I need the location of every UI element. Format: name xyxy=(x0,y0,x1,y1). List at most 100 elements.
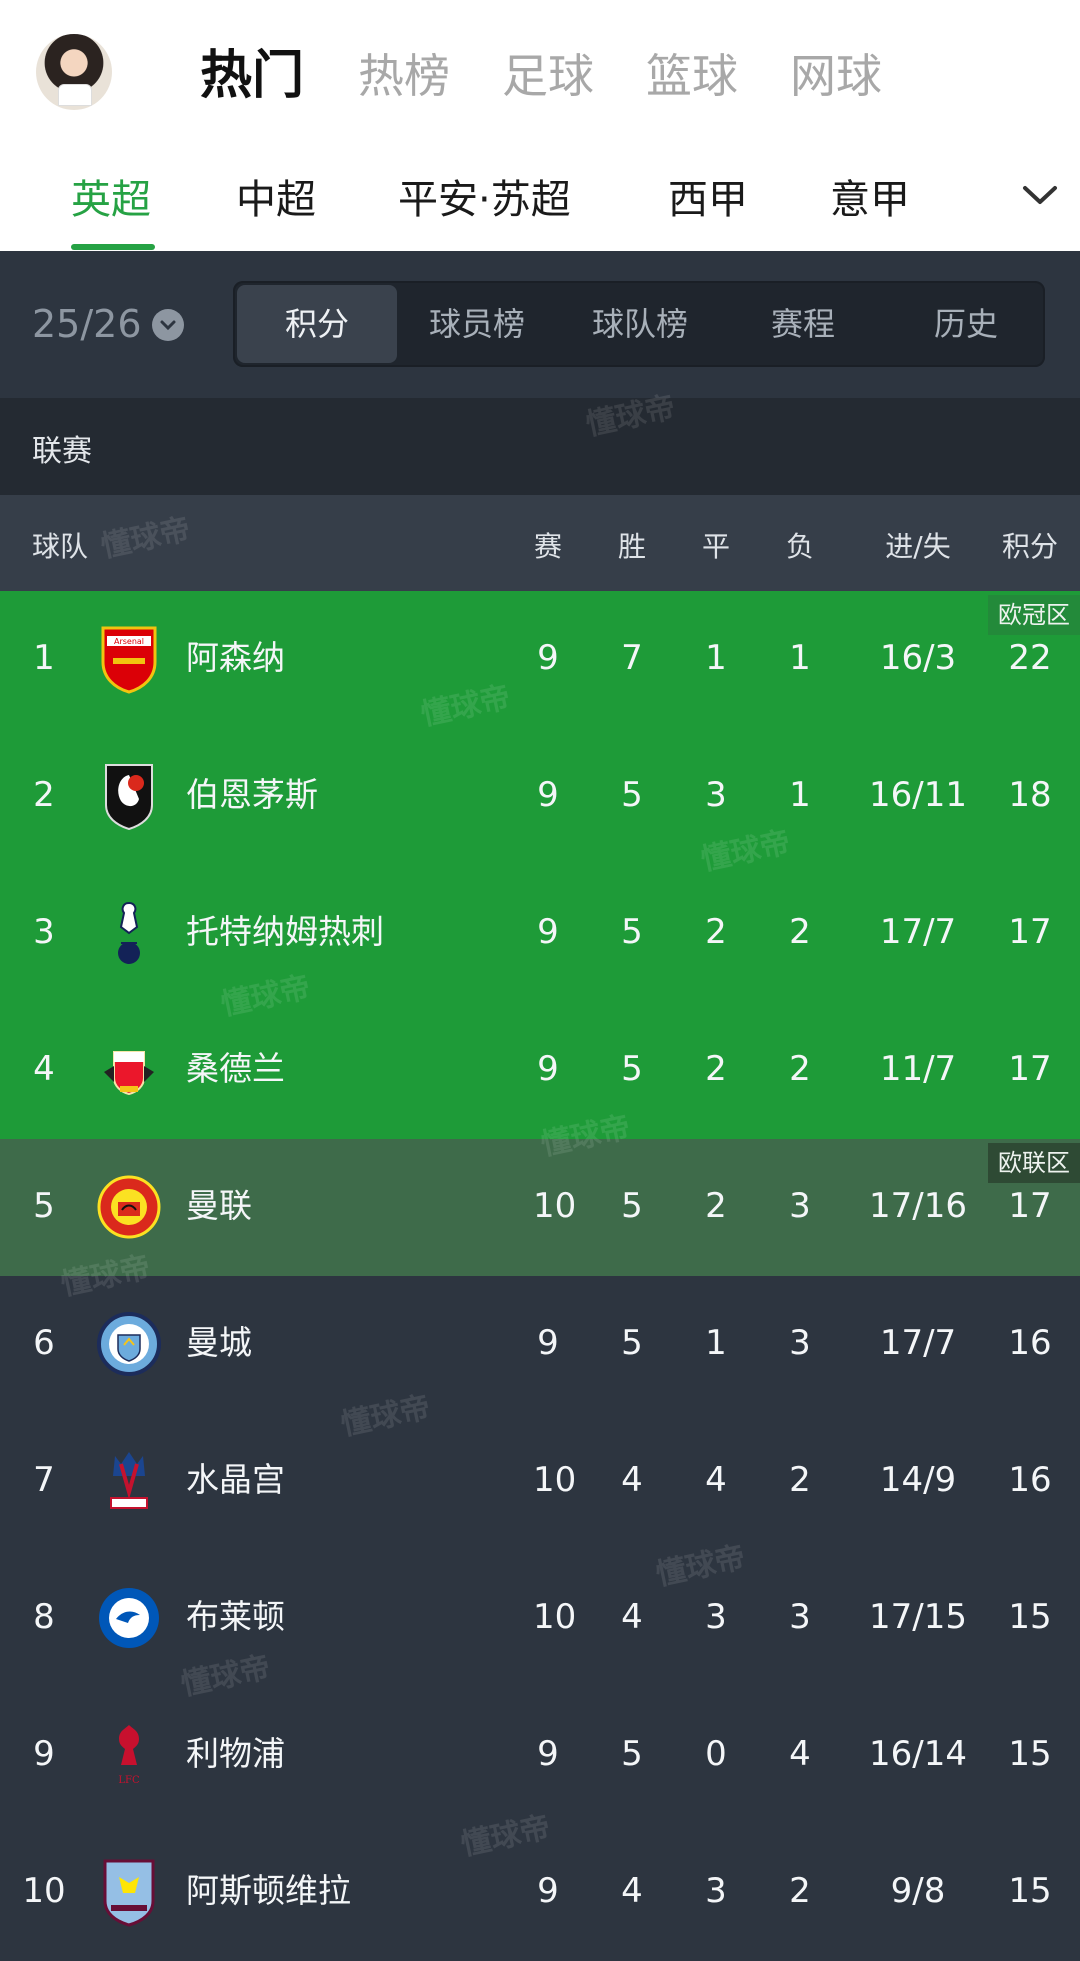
col-points: 积分 xyxy=(1001,530,1058,563)
sunderland-badge-icon xyxy=(94,1032,164,1108)
table-row[interactable]: 7 水晶宫 10 4 4 2 14/9 16 xyxy=(0,1413,1080,1550)
top-nav-basketball[interactable]: 篮球 xyxy=(646,40,738,112)
row-rank: 10 xyxy=(22,1871,66,1911)
row-won: 5 xyxy=(621,1186,643,1226)
row-drawn: 3 xyxy=(705,1597,727,1637)
row-won: 4 xyxy=(621,1871,643,1911)
col-played: 赛 xyxy=(533,530,562,563)
tab-suchao[interactable]: 平安·苏超 xyxy=(398,170,571,230)
active-tab-indicator xyxy=(71,244,155,250)
row-rank: 6 xyxy=(33,1323,55,1363)
row-lost: 1 xyxy=(789,775,811,815)
bournemouth-badge-icon xyxy=(94,758,164,834)
row-lost: 2 xyxy=(789,1871,811,1911)
table-row[interactable]: 10 阿斯顿维拉 9 4 3 2 9/8 15 xyxy=(0,1824,1080,1961)
row-points: 17 xyxy=(1008,1186,1052,1226)
row-points: 15 xyxy=(1008,1734,1052,1774)
tab-laliga[interactable]: 西甲 xyxy=(668,170,748,230)
row-goals: 16/14 xyxy=(869,1734,967,1774)
col-team: 球队 xyxy=(32,530,89,563)
row-played: 10 xyxy=(533,1460,577,1500)
brighton-badge-icon xyxy=(94,1580,164,1656)
row-played: 9 xyxy=(537,912,559,952)
row-points: 16 xyxy=(1008,1460,1052,1500)
row-team-name: 阿斯顿维拉 xyxy=(186,1871,351,1910)
row-lost: 2 xyxy=(789,912,811,952)
table-row[interactable]: 6 曼城 9 5 1 3 17/7 16 xyxy=(0,1276,1080,1413)
row-team-name: 伯恩茅斯 xyxy=(186,775,318,814)
col-lost: 负 xyxy=(785,530,814,563)
row-rank: 2 xyxy=(33,775,55,815)
col-goals: 进/失 xyxy=(885,530,951,563)
row-drawn: 0 xyxy=(705,1734,727,1774)
row-goals: 16/11 xyxy=(869,775,967,815)
row-rank: 1 xyxy=(33,638,55,678)
avatar[interactable] xyxy=(36,34,112,110)
row-played: 9 xyxy=(537,1049,559,1089)
row-rank: 8 xyxy=(33,1597,55,1637)
view-tabs: 积分 球员榜 球队榜 赛程 历史 xyxy=(233,281,1045,367)
row-drawn: 2 xyxy=(705,1186,727,1226)
row-team-name: 曼城 xyxy=(186,1323,252,1362)
row-rank: 4 xyxy=(33,1049,55,1089)
tab-seriea[interactable]: 意甲 xyxy=(830,170,910,230)
arsenal-badge-icon: Arsenal xyxy=(94,621,164,697)
tab-epl[interactable]: 英超 xyxy=(71,170,151,230)
tab-player-rankings[interactable]: 球员榜 xyxy=(397,285,557,363)
row-lost: 2 xyxy=(789,1049,811,1089)
standings-panel: 25/26 积分 球员榜 球队榜 赛程 历史 联赛 球队 赛 胜 平 负 进/失… xyxy=(0,251,1080,1949)
row-goals: 17/15 xyxy=(869,1597,967,1637)
row-points: 17 xyxy=(1008,912,1052,952)
top-nav-trending[interactable]: 热榜 xyxy=(358,40,450,112)
row-team-name: 布莱顿 xyxy=(186,1597,285,1636)
table-row[interactable]: 3 托特纳姆热刺 9 5 2 2 17/7 17 xyxy=(0,865,1080,1002)
top-nav-tennis[interactable]: 网球 xyxy=(790,40,882,112)
row-lost: 1 xyxy=(789,638,811,678)
row-lost: 2 xyxy=(789,1460,811,1500)
row-drawn: 2 xyxy=(705,912,727,952)
svg-text:LFC: LFC xyxy=(118,1775,140,1786)
table-row[interactable]: 欧联区 5 曼联 10 5 2 3 17/16 17 xyxy=(0,1139,1080,1276)
row-drawn: 1 xyxy=(705,1323,727,1363)
row-goals: 17/7 xyxy=(879,1323,957,1363)
row-won: 5 xyxy=(621,775,643,815)
tottenham-badge-icon xyxy=(94,895,164,971)
row-drawn: 3 xyxy=(705,775,727,815)
tab-history[interactable]: 历史 xyxy=(886,285,1046,363)
row-team-name: 利物浦 xyxy=(186,1734,285,1773)
row-drawn: 1 xyxy=(705,638,727,678)
row-won: 4 xyxy=(621,1597,643,1637)
row-team-name: 阿森纳 xyxy=(186,638,285,677)
row-rank: 7 xyxy=(33,1460,55,1500)
row-drawn: 3 xyxy=(705,1871,727,1911)
aston-villa-badge-icon xyxy=(94,1854,164,1930)
table-row[interactable]: 4 桑德兰 9 5 2 2 11/7 17 xyxy=(0,1002,1080,1139)
chevron-down-icon[interactable] xyxy=(1020,180,1060,210)
table-row[interactable]: 8 布莱顿 10 4 3 3 17/15 15 xyxy=(0,1550,1080,1687)
row-goals: 11/7 xyxy=(879,1049,957,1089)
row-played: 9 xyxy=(537,1871,559,1911)
row-played: 9 xyxy=(537,1323,559,1363)
col-drawn: 平 xyxy=(701,530,730,563)
row-lost: 3 xyxy=(789,1186,811,1226)
table-header: 球队 赛 胜 平 负 进/失 积分 xyxy=(0,495,1080,591)
tab-schedule[interactable]: 赛程 xyxy=(723,285,883,363)
row-team-name: 水晶宫 xyxy=(186,1460,285,1499)
row-team-name: 托特纳姆热刺 xyxy=(186,912,384,951)
ucl-zone-tag: 欧冠区 xyxy=(988,595,1080,635)
man-city-badge-icon xyxy=(94,1306,164,1382)
top-nav-hot[interactable]: 热门 xyxy=(200,40,304,112)
table-row[interactable]: 欧冠区 1 Arsenal 阿森纳 9 7 1 1 16/3 22 xyxy=(0,591,1080,728)
table-row[interactable]: 9 LFC 利物浦 9 5 0 4 16/14 15 xyxy=(0,1687,1080,1824)
table-row[interactable]: 2 伯恩茅斯 9 5 3 1 16/11 18 xyxy=(0,728,1080,865)
tab-team-rankings[interactable]: 球队榜 xyxy=(560,285,720,363)
tab-csl[interactable]: 中超 xyxy=(236,170,316,230)
top-nav-football[interactable]: 足球 xyxy=(502,40,594,112)
svg-text:Arsenal: Arsenal xyxy=(114,637,144,646)
tab-standings[interactable]: 积分 xyxy=(237,285,397,363)
row-played: 9 xyxy=(537,1734,559,1774)
top-nav: 热门 热榜 足球 篮球 网球 xyxy=(200,40,934,112)
chevron-down-circle-icon[interactable] xyxy=(152,309,184,341)
season-selector-label[interactable]: 25/26 xyxy=(32,299,142,349)
row-won: 7 xyxy=(621,638,643,678)
